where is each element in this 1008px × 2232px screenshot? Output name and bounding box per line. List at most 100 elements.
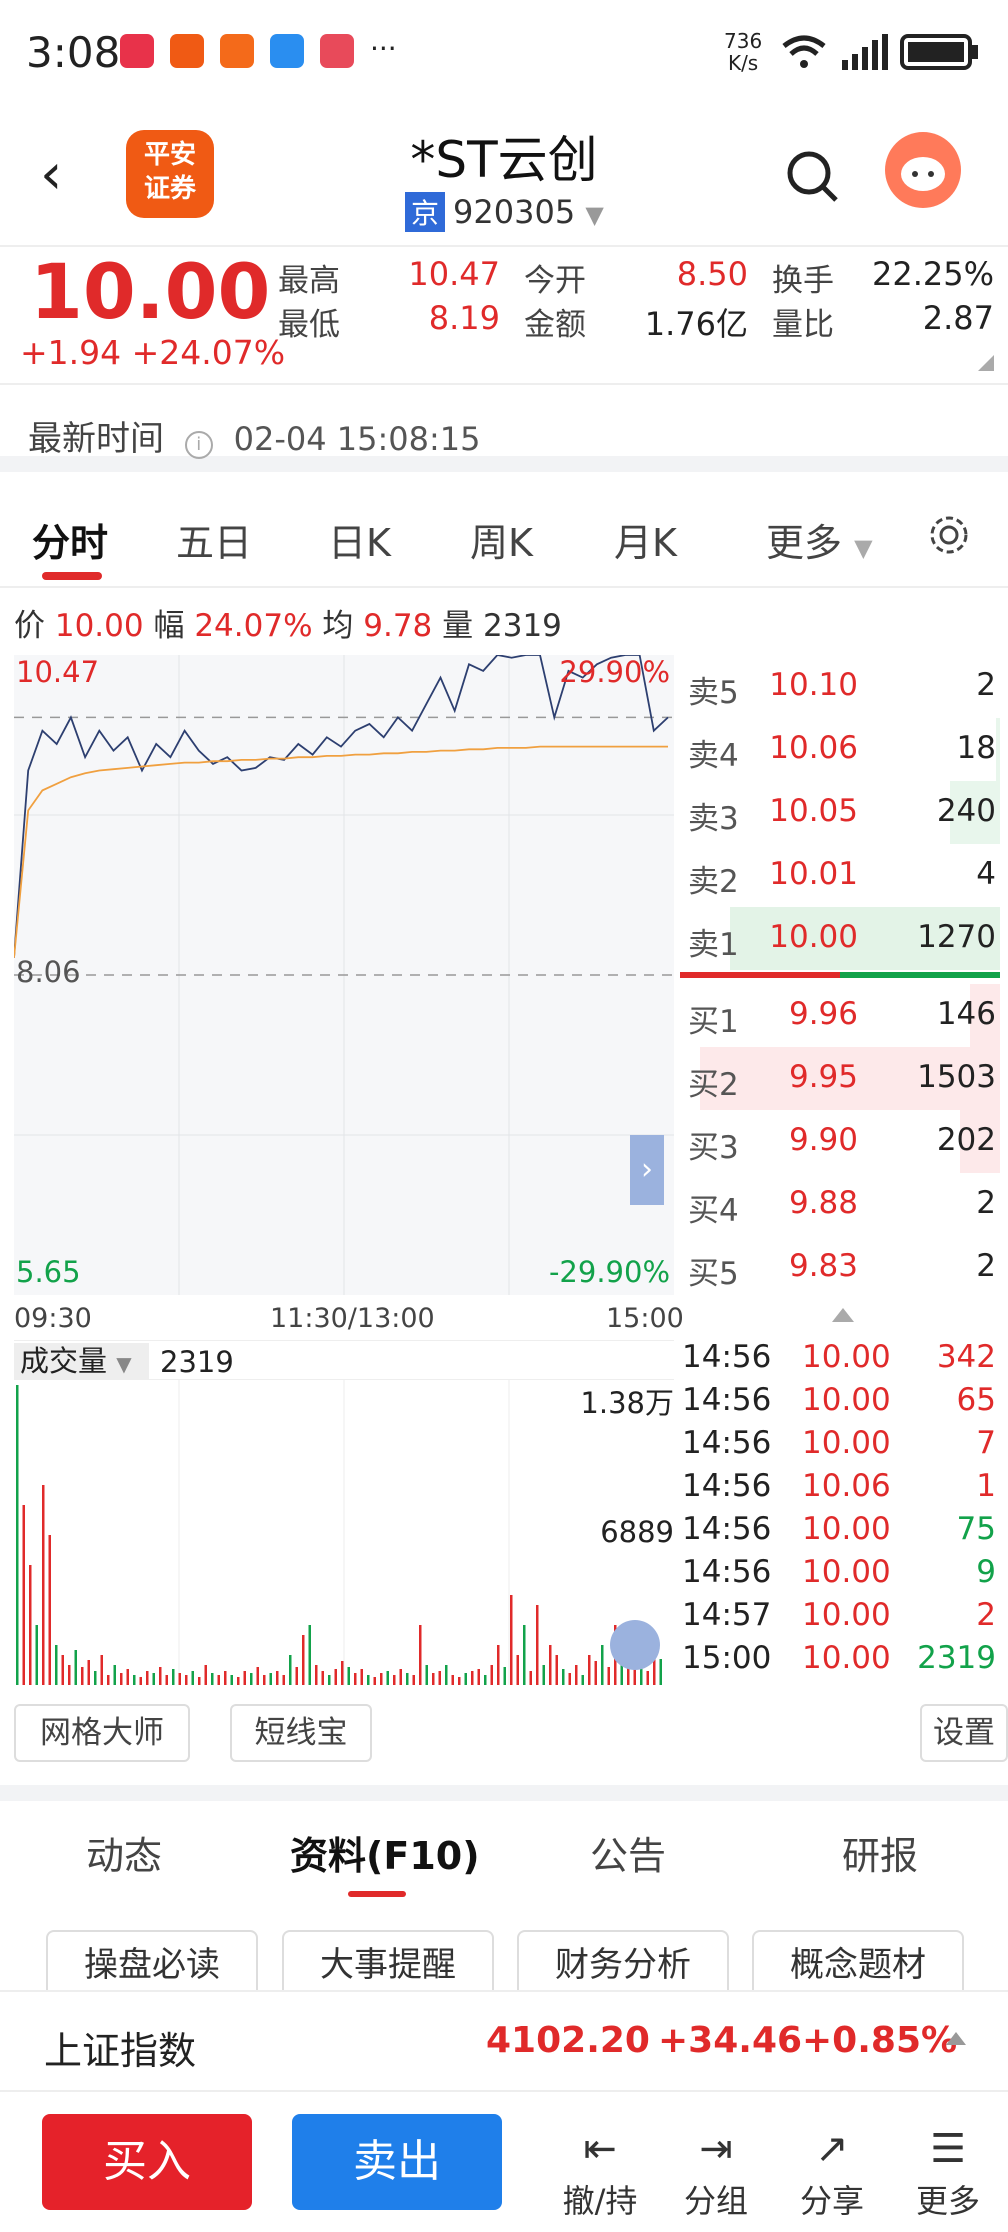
- settings-button[interactable]: 设置: [920, 1704, 1008, 1762]
- volume-bar: [542, 1665, 545, 1685]
- caret-down-icon: ▼: [116, 1352, 132, 1376]
- fullscreen-icon[interactable]: [610, 1620, 660, 1670]
- level-label: 买1: [688, 1004, 739, 1040]
- buy-level-row[interactable]: 买2 9.95 1503: [680, 1047, 1000, 1110]
- list-icon: ☰: [930, 2126, 966, 2172]
- current-price: 10.00: [30, 247, 271, 336]
- tab-weekly-k[interactable]: 周K: [470, 512, 533, 567]
- tab-research[interactable]: 研报: [842, 1825, 918, 1880]
- volume-bar: [484, 1675, 487, 1685]
- info-amp: 24.07%: [194, 608, 313, 644]
- tab-daily-k[interactable]: 日K: [328, 512, 391, 567]
- volume-chart[interactable]: 成交量 ▼ 2319 1.38万 6889: [14, 1340, 674, 1685]
- trade-time: 14:56: [682, 1468, 772, 1504]
- index-pct: +0.85%: [802, 2020, 958, 2061]
- buy-level-row[interactable]: 买3 9.90 202: [680, 1110, 1000, 1173]
- sell-level-row[interactable]: 卖2 10.01 4: [680, 844, 1000, 907]
- volume-bar: [588, 1655, 591, 1685]
- market-index-bar[interactable]: 上证指数 4102.20 +34.46 +0.85%: [0, 1990, 1008, 2092]
- signal-icon: [842, 34, 888, 70]
- more-button[interactable]: ☰ 更多: [908, 2122, 988, 2222]
- assistant-avatar[interactable]: [885, 132, 961, 208]
- volume-value: 2319: [160, 1345, 234, 1379]
- volume-bar: [29, 1565, 32, 1685]
- sell-button[interactable]: 卖出: [292, 2114, 502, 2210]
- volume-bar: [633, 1669, 636, 1685]
- grid-master-button[interactable]: 网格大师: [14, 1704, 190, 1762]
- trade-time: 14:56: [682, 1511, 772, 1547]
- tab-more[interactable]: 更多 ▼: [766, 512, 873, 567]
- expand-orderbook-button[interactable]: ›: [630, 1135, 664, 1205]
- sell-level-row[interactable]: 卖4 10.06 18: [680, 718, 1000, 781]
- share-button[interactable]: ↗ 分享: [792, 2122, 872, 2222]
- level-price: 9.90: [788, 1122, 858, 1158]
- volume-label: 成交量: [20, 1344, 108, 1378]
- sell-level-row[interactable]: 卖1 10.00 1270: [680, 907, 1000, 970]
- buy-level-row[interactable]: 买1 9.96 146: [680, 984, 1000, 1047]
- price-chart-svg: [13, 654, 674, 1295]
- info-vol-label: 量: [442, 608, 474, 644]
- sell-level-row[interactable]: 卖3 10.05 240: [680, 781, 1000, 844]
- volume-bar: [100, 1655, 103, 1685]
- buy-level-row[interactable]: 买4 9.88 2: [680, 1173, 1000, 1236]
- short-line-button[interactable]: 短线宝: [230, 1704, 372, 1762]
- gear-icon[interactable]: [926, 512, 972, 558]
- change-pct: +24.07%: [131, 333, 286, 372]
- intraday-chart[interactable]: 10.47 29.90% 8.06 5.65 -29.90% ›: [13, 654, 674, 1295]
- level-label: 买2: [688, 1067, 739, 1103]
- level-volume: 1503: [917, 1059, 996, 1095]
- tab-news[interactable]: 动态: [86, 1825, 162, 1880]
- volume-bar: [393, 1675, 396, 1685]
- trade-time: 15:00: [682, 1640, 772, 1676]
- volume-bar: [347, 1667, 350, 1685]
- tab-five-day[interactable]: 五日: [176, 512, 252, 567]
- volume-bar: [198, 1677, 201, 1685]
- volume-indicator-select[interactable]: 成交量 ▼: [14, 1343, 149, 1379]
- volume-bar: [477, 1669, 480, 1685]
- group-label: 分组: [683, 2182, 748, 2220]
- sell-level-row[interactable]: 卖5 10.10 2: [680, 655, 1000, 718]
- volume-bar: [126, 1669, 129, 1685]
- volume-header: 成交量 ▼ 2319: [14, 1340, 674, 1380]
- pingan-app-icon: [170, 34, 204, 68]
- tab-f10[interactable]: 资料(F10): [290, 1825, 480, 1880]
- quote-stat-value: 22.25%: [871, 255, 994, 293]
- volume-bar: [425, 1665, 428, 1685]
- trade-time: 14:56: [682, 1425, 772, 1461]
- cancel-hold-button[interactable]: ⇤ 撤/持: [560, 2122, 640, 2222]
- volume-bar: [432, 1673, 435, 1685]
- quote-stat-value: 8.50: [676, 255, 748, 293]
- buy-button[interactable]: 买入: [42, 2114, 252, 2210]
- volume-bar: [185, 1675, 188, 1685]
- quote-stat-label: 最低: [278, 307, 340, 343]
- buy-level-row[interactable]: 买5 9.83 2: [680, 1236, 1000, 1299]
- tab-monthly-k[interactable]: 月K: [614, 512, 677, 567]
- tab-intraday[interactable]: 分时: [32, 512, 108, 567]
- trade-row: 14:56 10.00 75: [680, 1507, 1000, 1550]
- latest-time-row: 最新时间 i 02-04 15:08:15: [0, 387, 1008, 472]
- volume-bar: [334, 1669, 337, 1685]
- x-label-open: 09:30: [14, 1303, 92, 1334]
- tab-announcements[interactable]: 公告: [590, 1825, 666, 1880]
- collapse-arrow-icon[interactable]: [832, 1308, 854, 1322]
- volume-bar: [211, 1673, 214, 1685]
- trade-price: 10.00: [802, 1511, 891, 1547]
- stock-code-row[interactable]: 京 920305 ▼: [405, 192, 604, 232]
- quote-stat-label: 换手: [772, 263, 834, 299]
- volume-bar: [490, 1665, 493, 1685]
- volume-bar: [94, 1671, 97, 1685]
- latest-time: 最新时间 i 02-04 15:08:15: [28, 411, 481, 460]
- volume-bar: [451, 1675, 454, 1685]
- search-icon[interactable]: [784, 148, 840, 204]
- level-price: 9.83: [788, 1248, 858, 1284]
- level-volume: 1270: [917, 919, 996, 955]
- level-price: 10.05: [769, 793, 858, 829]
- trade-time: 14:56: [682, 1382, 772, 1418]
- caret-down-icon: ▼: [854, 534, 873, 562]
- volume-bar: [16, 1385, 19, 1685]
- info-icon[interactable]: i: [184, 431, 213, 459]
- group-button[interactable]: ⇥ 分组: [676, 2122, 756, 2222]
- tab-more-label: 更多: [766, 521, 843, 565]
- volume-bar: [243, 1671, 246, 1685]
- cancel-icon: ⇤: [583, 2126, 617, 2172]
